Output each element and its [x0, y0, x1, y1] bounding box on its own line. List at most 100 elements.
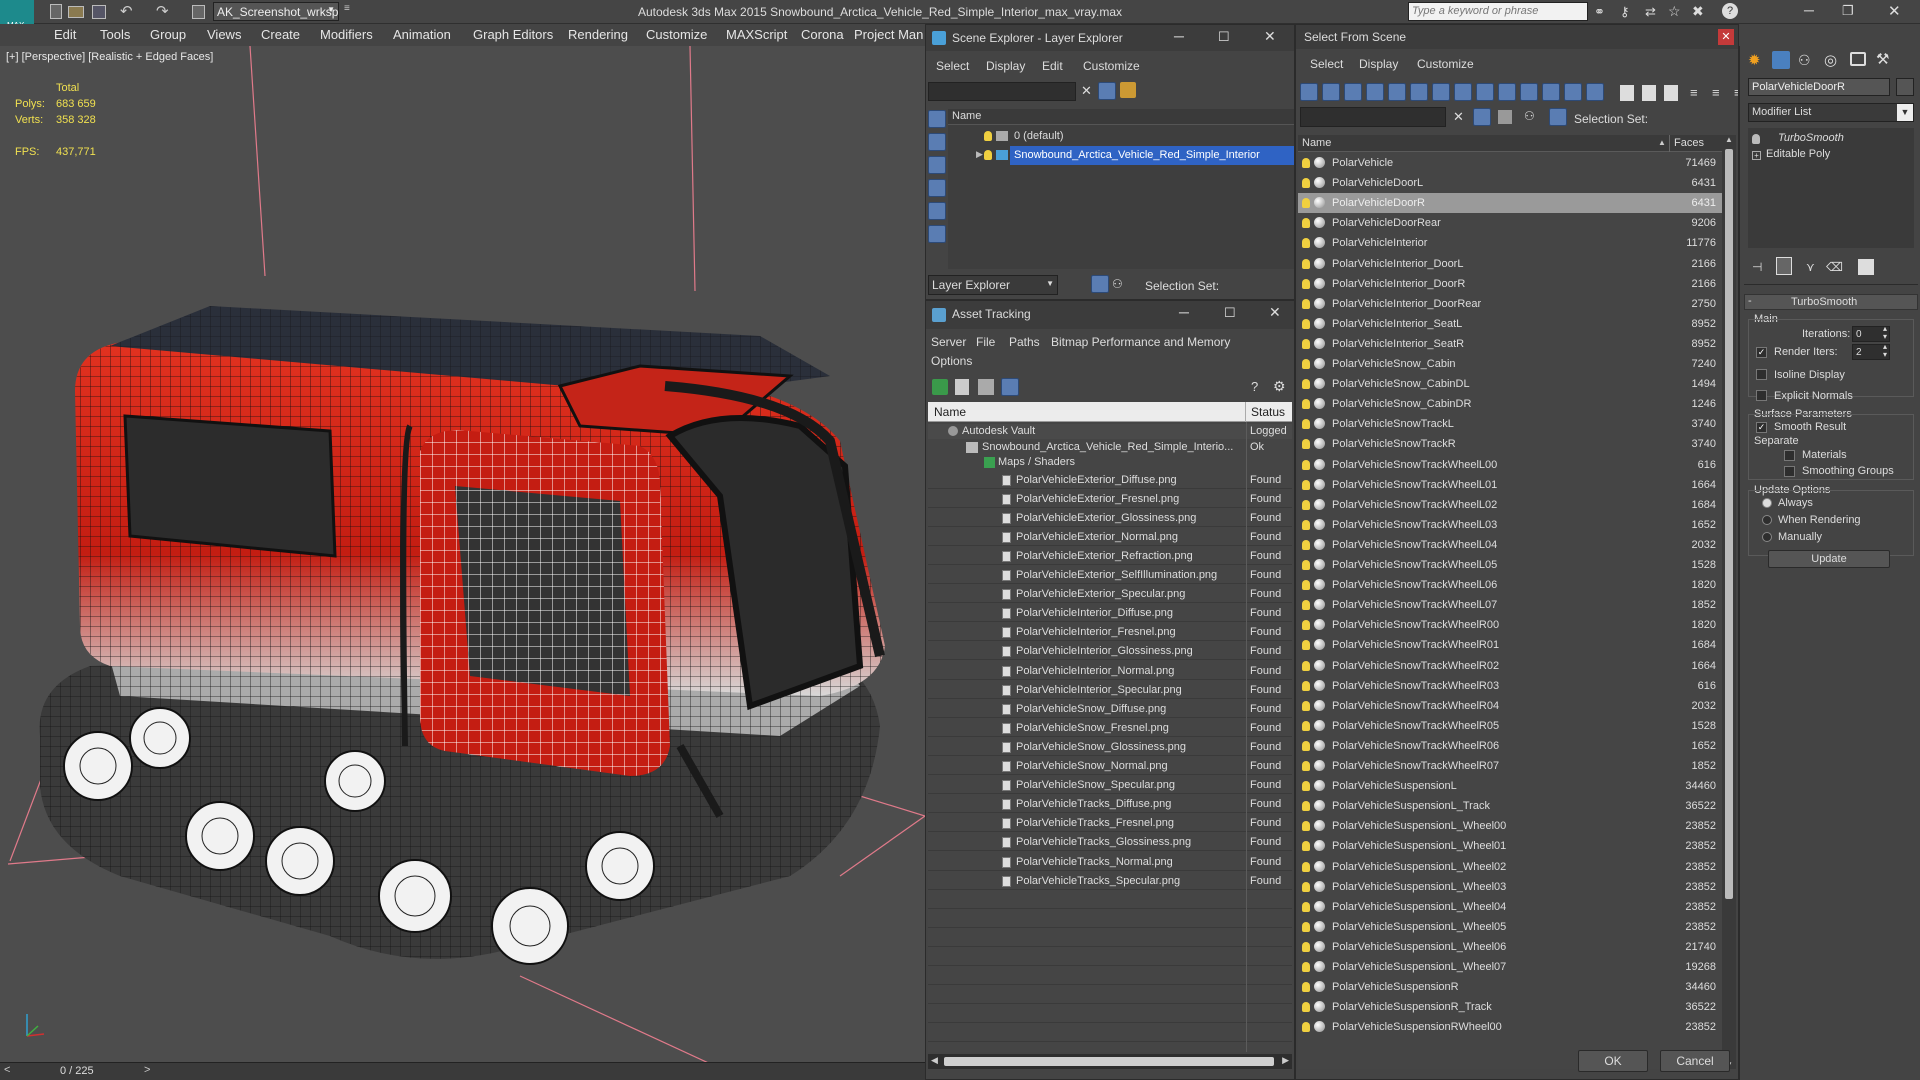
asset-menu-paths[interactable]: Paths: [1009, 335, 1040, 349]
select-none-icon[interactable]: [1642, 85, 1656, 101]
sfs-menu-select[interactable]: Select: [1310, 57, 1343, 71]
thumbnail-view-icon[interactable]: [978, 379, 994, 395]
clear-search-icon[interactable]: ✕: [1453, 109, 1464, 125]
object-row[interactable]: PolarVehicleSnowTrackWheelR05 1528: [1298, 716, 1722, 736]
filter-xrefs-icon[interactable]: [1454, 83, 1472, 101]
menu-animation[interactable]: Animation: [393, 27, 451, 42]
close-icon[interactable]: ✕: [1264, 28, 1276, 45]
object-column-name[interactable]: Name: [1302, 137, 1331, 149]
object-row[interactable]: PolarVehicleSuspensionL_Wheel06 21740: [1298, 937, 1722, 957]
bulb-icon[interactable]: [1302, 519, 1310, 530]
binoculars-icon[interactable]: ⚭: [1594, 4, 1605, 20]
sfs-menu-customize[interactable]: Customize: [1417, 57, 1474, 71]
object-row[interactable]: PolarVehicleInterior_DoorL 2166: [1298, 254, 1722, 274]
list-view-icon[interactable]: [955, 379, 969, 395]
isoline-checkbox[interactable]: [1756, 369, 1767, 380]
object-row[interactable]: PolarVehicleSnowTrackWheelR00 1820: [1298, 615, 1722, 635]
bulb-icon[interactable]: [1302, 881, 1310, 892]
utilities-tab-icon[interactable]: ⚒: [1876, 50, 1889, 68]
asset-row-map[interactable]: PolarVehicleSnow_Normal.png Found: [928, 757, 1292, 775]
asset-row-map[interactable]: PolarVehicleSnow_Glossiness.png Found: [928, 738, 1292, 756]
scene-menu-edit[interactable]: Edit: [1042, 59, 1063, 73]
bulb-icon[interactable]: [1302, 761, 1310, 771]
filter-helpers-icon[interactable]: [1388, 83, 1406, 101]
always-radio[interactable]: [1762, 498, 1772, 508]
bulb-icon[interactable]: [1302, 962, 1310, 972]
bulb-icon[interactable]: [1302, 740, 1310, 751]
time-prev-button[interactable]: <: [4, 1064, 10, 1076]
bulb-icon[interactable]: [1302, 198, 1310, 209]
filter-hidden-icon[interactable]: [1542, 83, 1560, 101]
object-row[interactable]: PolarVehicleSnowTrackWheelR01 1684: [1298, 635, 1722, 655]
object-row[interactable]: PolarVehicleSnowTrackWheelL05 1528: [1298, 555, 1722, 575]
filter-particles-icon[interactable]: [1564, 83, 1582, 101]
filter-icon[interactable]: [1473, 108, 1491, 126]
selection-set-icon[interactable]: [1549, 108, 1567, 126]
menu-create[interactable]: Create: [261, 27, 300, 42]
bulb-icon[interactable]: [1302, 238, 1310, 249]
bulb-icon[interactable]: [1302, 680, 1310, 691]
asset-row-map[interactable]: PolarVehicleInterior_Fresnel.png Found: [928, 623, 1292, 642]
asset-row-map[interactable]: PolarVehicleInterior_Specular.png Found: [928, 681, 1292, 699]
bulb-icon[interactable]: [1302, 178, 1310, 189]
asset-row-map[interactable]: PolarVehicleTracks_Fresnel.png Found: [928, 814, 1292, 833]
workspace-menu-icon[interactable]: ≡: [344, 3, 350, 14]
scroll-up-icon[interactable]: ▲: [1725, 135, 1733, 144]
asset-row-map[interactable]: PolarVehicleExterior_Refraction.png Foun…: [928, 547, 1292, 565]
column-name-header[interactable]: Name: [952, 110, 981, 122]
menu-customize[interactable]: Customize: [646, 27, 707, 42]
scene-explorer-titlebar[interactable]: Scene Explorer - Layer Explorer ─ ☐ ✕: [926, 25, 1294, 51]
asset-menu-server[interactable]: Server: [931, 335, 966, 349]
save-file-icon[interactable]: [92, 5, 106, 19]
select-all-icon[interactable]: [1620, 85, 1634, 101]
asset-row-map[interactable]: PolarVehicleExterior_SelfIllumination.pn…: [928, 566, 1292, 584]
search-input[interactable]: Type a keyword or phrase: [1408, 2, 1588, 21]
key-icon[interactable]: ⚷: [1620, 4, 1630, 20]
object-row[interactable]: PolarVehicleSnow_CabinDL 1494: [1298, 374, 1722, 394]
asset-row-map[interactable]: PolarVehicleSnow_Fresnel.png Found: [928, 719, 1292, 737]
bulb-icon[interactable]: [1302, 861, 1310, 872]
object-row[interactable]: PolarVehicleDoorR 6431: [1298, 193, 1722, 214]
time-slider[interactable]: < 0 / 225 >: [0, 1062, 925, 1080]
object-row[interactable]: PolarVehicleSuspensionL_Wheel02 23852: [1298, 857, 1722, 877]
configure-sets-icon[interactable]: [1858, 259, 1874, 275]
menu-views[interactable]: Views: [207, 27, 241, 42]
object-row[interactable]: PolarVehicleSuspensionRWheel00 23852: [1298, 1017, 1722, 1037]
bulb-icon[interactable]: [1302, 539, 1310, 550]
undo-icon[interactable]: ↶: [120, 2, 133, 20]
find-options-icon[interactable]: [1120, 82, 1136, 98]
filter-icon[interactable]: [1098, 82, 1116, 100]
smoothing-groups-checkbox[interactable]: [1784, 466, 1795, 477]
asset-tracking-titlebar[interactable]: Asset Tracking ─ ☐ ✕: [926, 301, 1294, 329]
render-iters-spinner[interactable]: 2 ▴ ▾: [1852, 344, 1890, 360]
scrollbar-thumb[interactable]: [944, 1057, 1274, 1066]
bulb-icon[interactable]: [1302, 379, 1310, 390]
object-row[interactable]: PolarVehicleInterior_DoorRear 2750: [1298, 294, 1722, 314]
manually-radio[interactable]: [1762, 532, 1772, 542]
layer-mode-icon[interactable]: [1091, 275, 1109, 293]
bulb-icon[interactable]: [1302, 560, 1310, 570]
asset-column-status[interactable]: Status: [1251, 405, 1285, 419]
bulb-icon[interactable]: [1302, 841, 1310, 852]
display-tab-icon[interactable]: [1850, 52, 1866, 66]
asset-column-name[interactable]: Name: [934, 405, 966, 419]
asset-menu-bitmap[interactable]: Bitmap Performance and Memory: [1051, 335, 1230, 349]
minimize-icon[interactable]: ─: [1174, 28, 1184, 44]
filter-geometry-icon[interactable]: [1300, 83, 1318, 101]
invert-selection-icon[interactable]: [1664, 85, 1678, 101]
bulb-icon[interactable]: [984, 131, 992, 141]
bulb-icon[interactable]: [1302, 399, 1310, 410]
bulb-icon[interactable]: [1302, 821, 1310, 832]
redo-icon[interactable]: ↷: [156, 2, 169, 20]
object-row[interactable]: PolarVehicleSnowTrackWheelL06 1820: [1298, 575, 1722, 595]
remove-modifier-icon[interactable]: ⌫: [1826, 260, 1843, 274]
object-row[interactable]: PolarVehicleSnowTrackWheelL01 1664: [1298, 475, 1722, 495]
refresh-icon[interactable]: [932, 379, 948, 395]
object-row[interactable]: PolarVehicleSuspensionL_Wheel00 23852: [1298, 816, 1722, 836]
minimize-icon[interactable]: ─: [1179, 304, 1189, 320]
asset-row-vault[interactable]: Autodesk Vault Logged: [928, 424, 1292, 439]
asset-row-map[interactable]: PolarVehicleSnow_Specular.png Found: [928, 776, 1292, 795]
asset-row-map[interactable]: PolarVehicleTracks_Diffuse.png Found: [928, 795, 1292, 814]
bulb-icon[interactable]: [1302, 258, 1310, 269]
object-column-faces[interactable]: Faces: [1674, 137, 1704, 149]
